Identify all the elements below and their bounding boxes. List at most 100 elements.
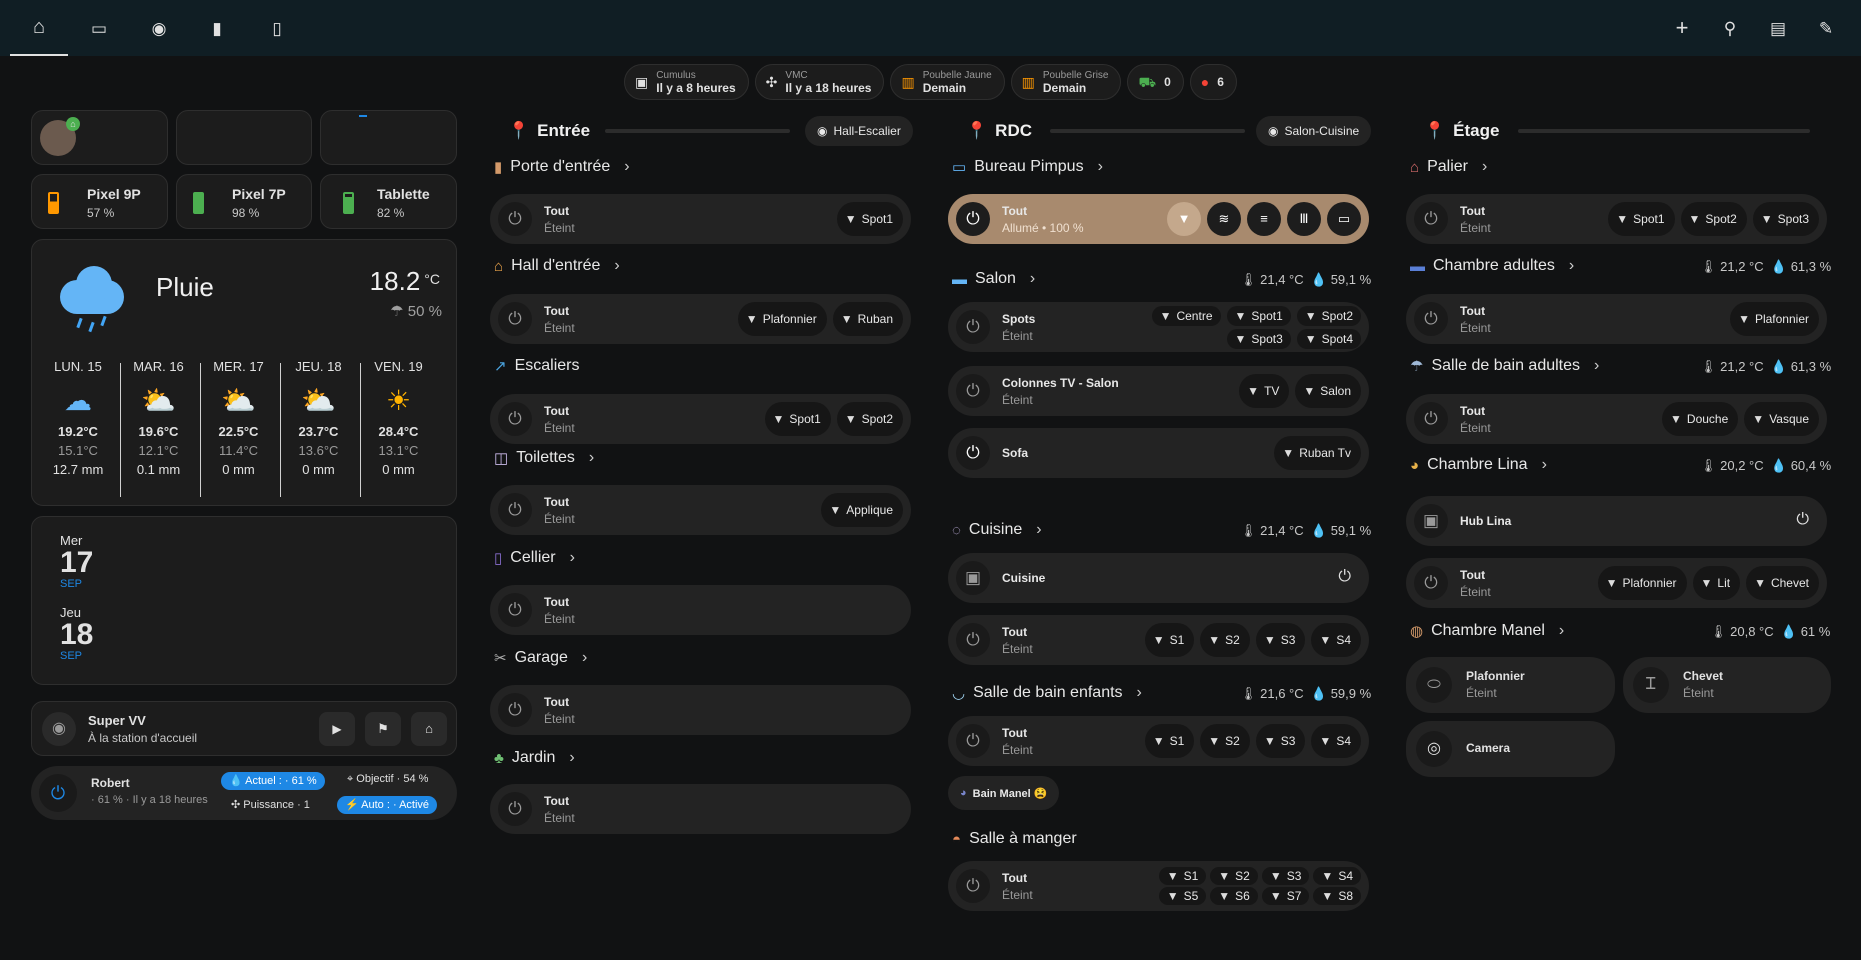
- room-header[interactable]: ◌ Cuisine ›: [952, 521, 1042, 539]
- room-header[interactable]: ⌂ Palier ›: [1410, 158, 1487, 176]
- nav-monitor-tab[interactable]: ▭: [70, 0, 128, 56]
- light-plafonnier[interactable]: ⬭ Plafonnier Éteint: [1406, 657, 1615, 713]
- room-header[interactable]: ▮ Porte d'entrée ›: [494, 158, 630, 176]
- area-button-salon-cuisine[interactable]: ◉ Salon-Cuisine: [1256, 116, 1372, 146]
- light-action-button[interactable]: ▼ S3: [1255, 724, 1306, 758]
- room-header[interactable]: ▬ Chambre adultes ›: [1410, 257, 1574, 275]
- room-header[interactable]: ☂ Salle de bain adultes ›: [1410, 357, 1599, 375]
- edit-button[interactable]: ✎: [1806, 0, 1846, 56]
- room-header[interactable]: ◡ Salle de bain enfants ›: [952, 684, 1142, 702]
- media-player-cuisine[interactable]: ▣ Cuisine ⏻: [948, 553, 1369, 603]
- chip-cart[interactable]: ⛟ 0: [1127, 64, 1184, 100]
- area-button-hall-escalier[interactable]: ◉ Hall-Escalier: [805, 116, 913, 146]
- light-action-button[interactable]: ▼ Spot3: [1752, 202, 1819, 236]
- room-header[interactable]: ◫ Toilettes ›: [494, 449, 594, 467]
- room-header[interactable]: ⌂ Hall d'entrée ›: [494, 257, 620, 275]
- room-header[interactable]: ▬ Salon ›: [952, 270, 1035, 288]
- light-action-button[interactable]: ▼ Applique: [821, 493, 903, 527]
- light-action-button[interactable]: ▼ S6: [1210, 887, 1258, 905]
- search-button[interactable]: ⚲: [1710, 0, 1750, 56]
- humidifier-card[interactable]: ⏻ Robert · 61 % · Il y a 18 heures 💧 Act…: [31, 766, 457, 820]
- power-button[interactable]: ⏻: [498, 792, 532, 826]
- light-action-button[interactable]: ▼ Centre: [1151, 306, 1221, 326]
- books-icon[interactable]: Ⅲ: [1287, 202, 1321, 236]
- room-header[interactable]: ◍ Chambre Manel ›: [1410, 622, 1564, 640]
- vacuum-dock-button[interactable]: ⌂: [411, 712, 447, 746]
- add-button[interactable]: +: [1662, 0, 1702, 56]
- vacuum-locate-button[interactable]: ⚑: [365, 712, 401, 746]
- light-action-button[interactable]: ▼ Spot1: [1226, 306, 1291, 326]
- screen-icon[interactable]: ▭: [1327, 202, 1361, 236]
- room-header[interactable]: ♣ Jardin ›: [494, 749, 575, 767]
- light-group-pill[interactable]: ⏻ Tout Éteint ▼ Applique: [490, 485, 911, 535]
- calendar-card[interactable]: Mer 17 SEP Jeu 18 SEP: [31, 516, 457, 685]
- blinds-icon[interactable]: ≡: [1247, 202, 1281, 236]
- light-group-pill[interactable]: ⏻ Tout Éteint: [490, 585, 911, 635]
- light-action-button[interactable]: ▼ S8: [1313, 887, 1361, 905]
- power-button[interactable]: ⏻: [1796, 511, 1809, 529]
- light-action-button[interactable]: ▼ S1: [1158, 867, 1207, 885]
- nav-battery-tab[interactable]: ▮: [188, 0, 246, 56]
- light-group-pill[interactable]: ⏻ Tout Éteint ▼ S1 ▼ S2 ▼ S3 ▼ S4: [948, 716, 1369, 766]
- power-button[interactable]: ⏻: [498, 302, 532, 336]
- light-action-button[interactable]: ▼ Spot1: [764, 402, 831, 436]
- light-group-pill[interactable]: ⏻ Tout Éteint ▼ Spot1: [490, 194, 911, 244]
- camera-manel[interactable]: ◎ Camera: [1406, 721, 1615, 777]
- room-header[interactable]: ◓ Salle à manger: [952, 830, 1077, 848]
- scene-bain-manel[interactable]: ◕ Bain Manel 😫: [948, 776, 1060, 810]
- power-button[interactable]: ⏻: [956, 310, 990, 344]
- light-action-button[interactable]: ▼ S1: [1144, 623, 1195, 657]
- light-chevet[interactable]: Ꮖ Chevet Éteint: [1623, 657, 1831, 713]
- power-button[interactable]: ⏻: [956, 436, 990, 470]
- power-button[interactable]: ⏻: [956, 374, 990, 408]
- room-header[interactable]: ✂ Garage ›: [494, 649, 587, 667]
- light-action-button[interactable]: ▼ Salon: [1295, 374, 1361, 408]
- power-button[interactable]: ⏻: [1414, 302, 1448, 336]
- light-action-button[interactable]: ▼ S2: [1210, 867, 1258, 885]
- vacuum-card[interactable]: ◉ Super VV À la station d'accueil ▶ ⚑ ⌂: [31, 701, 457, 756]
- light-action-button[interactable]: ▼ Ruban: [832, 302, 903, 336]
- power-button[interactable]: ⏻: [956, 202, 990, 236]
- light-group-pill[interactable]: ⏻ Tout Éteint: [490, 784, 911, 834]
- nav-tablet-tab[interactable]: ▯: [248, 0, 306, 56]
- light-group-pill[interactable]: ⏻ Colonnes TV - Salon Éteint ▼ TV ▼ Salon: [948, 366, 1369, 416]
- light-action-button[interactable]: ▼ Spot4: [1296, 329, 1361, 349]
- light-group-pill[interactable]: ⏻ Tout Allumé • 100 % ▼ ≋ ≡ Ⅲ ▭: [948, 194, 1369, 244]
- power-button[interactable]: ⏻: [956, 724, 990, 758]
- light-action-button[interactable]: ▼ S1: [1144, 724, 1195, 758]
- light-action-button[interactable]: ▼ S4: [1311, 724, 1361, 758]
- vacuum-start-button[interactable]: ▶: [319, 712, 355, 746]
- light-group-pill[interactable]: ⏻ Tout Éteint ▼ S1 ▼ S2 ▼ S3 ▼ S4 ▼ S5 ▼ S6 ▼ S7 ▼ S8: [948, 861, 1369, 911]
- light-action-button[interactable]: ▼ Plafonnier: [1597, 566, 1687, 600]
- device-card-pixel9p[interactable]: Pixel 9P 57 %: [31, 174, 168, 229]
- power-button[interactable]: ⏻: [1414, 566, 1448, 600]
- light-action-button[interactable]: ▼ Ruban Tv: [1274, 436, 1361, 470]
- power-button[interactable]: ⏻: [498, 402, 532, 436]
- weather-card[interactable]: Pluie 18.2 °C ☂ 50 % LUN. 15 ☁ 19.2°C 15.…: [31, 239, 457, 506]
- device-card-tablette[interactable]: Tablette 82 %: [320, 174, 457, 229]
- room-header[interactable]: ◕ Chambre Lina ›: [1410, 456, 1547, 474]
- chip-cumulus[interactable]: ▣ Cumulus Il y a 8 heures: [624, 64, 749, 100]
- light-group-pill[interactable]: ⏻ Tout Éteint: [490, 685, 911, 735]
- power-button[interactable]: ⏻: [39, 774, 77, 812]
- light-action-button[interactable]: ▼ S2: [1200, 724, 1250, 758]
- light-group-pill[interactable]: ⏻ Tout Éteint ▼ Plafonnier ▼ Ruban: [490, 294, 911, 344]
- spot-icon[interactable]: ▼: [1167, 202, 1201, 236]
- power-button[interactable]: ⏻: [498, 202, 532, 236]
- light-action-button[interactable]: ▼ S3: [1255, 623, 1306, 657]
- light-group-pill[interactable]: ⏻ Sofa ▼ Ruban Tv: [948, 428, 1369, 478]
- light-action-button[interactable]: ▼ Spot2: [1296, 306, 1361, 326]
- power-button[interactable]: ⏻: [1414, 202, 1448, 236]
- nav-home-tab[interactable]: ⌂: [10, 0, 68, 56]
- room-header[interactable]: ▯ Cellier ›: [494, 549, 575, 567]
- chip-poubelle-grise[interactable]: ▥ Poubelle Grise Demain: [1010, 64, 1122, 100]
- power-button[interactable]: ⏻: [1414, 402, 1448, 436]
- nav-robot-tab[interactable]: ◉: [130, 0, 188, 56]
- light-group-pill[interactable]: ⏻ Tout Éteint ▼ S1 ▼ S2 ▼ S3 ▼ S4: [948, 615, 1369, 665]
- media-player-hub-lina[interactable]: ▣ Hub Lina ⏻: [1406, 496, 1827, 546]
- light-action-button[interactable]: ▼ Spot2: [1680, 202, 1747, 236]
- light-action-button[interactable]: ▼ Spot2: [836, 402, 903, 436]
- light-action-button[interactable]: ▼ Chevet: [1746, 566, 1819, 600]
- room-header[interactable]: ↗ Escaliers: [494, 357, 579, 375]
- power-button[interactable]: ⏻: [1338, 568, 1351, 586]
